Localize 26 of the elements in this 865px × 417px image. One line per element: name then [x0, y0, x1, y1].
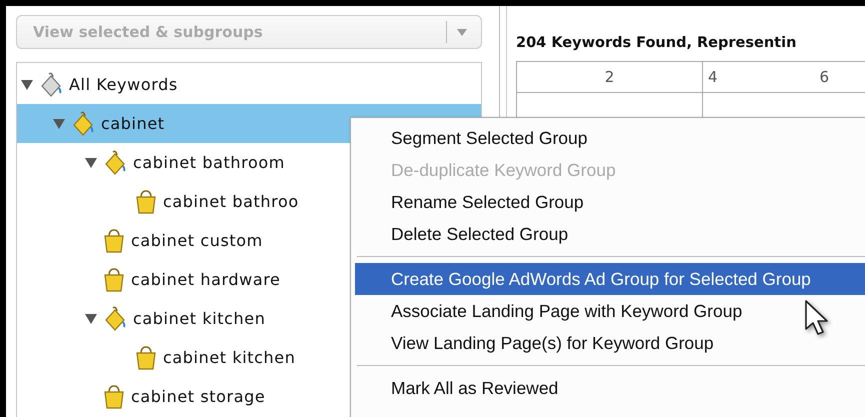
expand-icon[interactable]: [85, 314, 97, 324]
pouring-bucket-icon: [103, 150, 127, 176]
pouring-bucket-icon: [71, 110, 95, 136]
ruler-label: 4: [708, 68, 718, 86]
tree-item[interactable]: All Keywords: [17, 65, 481, 104]
cursor-icon: [804, 299, 830, 337]
pouring-bucket-icon: [39, 72, 63, 98]
caret-icon: [457, 28, 467, 36]
bucket-icon: [103, 266, 125, 292]
pouring-bucket-icon: [103, 306, 127, 332]
ruler-label: 6: [820, 68, 830, 86]
bucket-icon: [135, 188, 157, 214]
expand-icon[interactable]: [85, 158, 97, 168]
expand-icon[interactable]: [21, 80, 33, 90]
bucket-icon: [135, 344, 157, 370]
menu-item[interactable]: View Landing Page(s) for Keyword Group: [355, 327, 865, 359]
menu-item[interactable]: Associate Landing Page with Keyword Group: [355, 295, 865, 327]
menu-item[interactable]: Delete Selected Group: [355, 218, 865, 250]
bucket-icon: [103, 228, 125, 254]
ruler-label: 2: [604, 68, 614, 86]
menu-item[interactable]: Create Google AdWords Ad Group for Selected Group: [355, 263, 865, 295]
results-heading: 204 Keywords Found, Representin: [516, 35, 798, 51]
menu-item[interactable]: Rename Selected Group: [355, 186, 865, 218]
expand-icon[interactable]: [53, 118, 65, 128]
bucket-icon: [103, 384, 125, 410]
menu-item[interactable]: Mark All as Reviewed: [355, 372, 865, 404]
